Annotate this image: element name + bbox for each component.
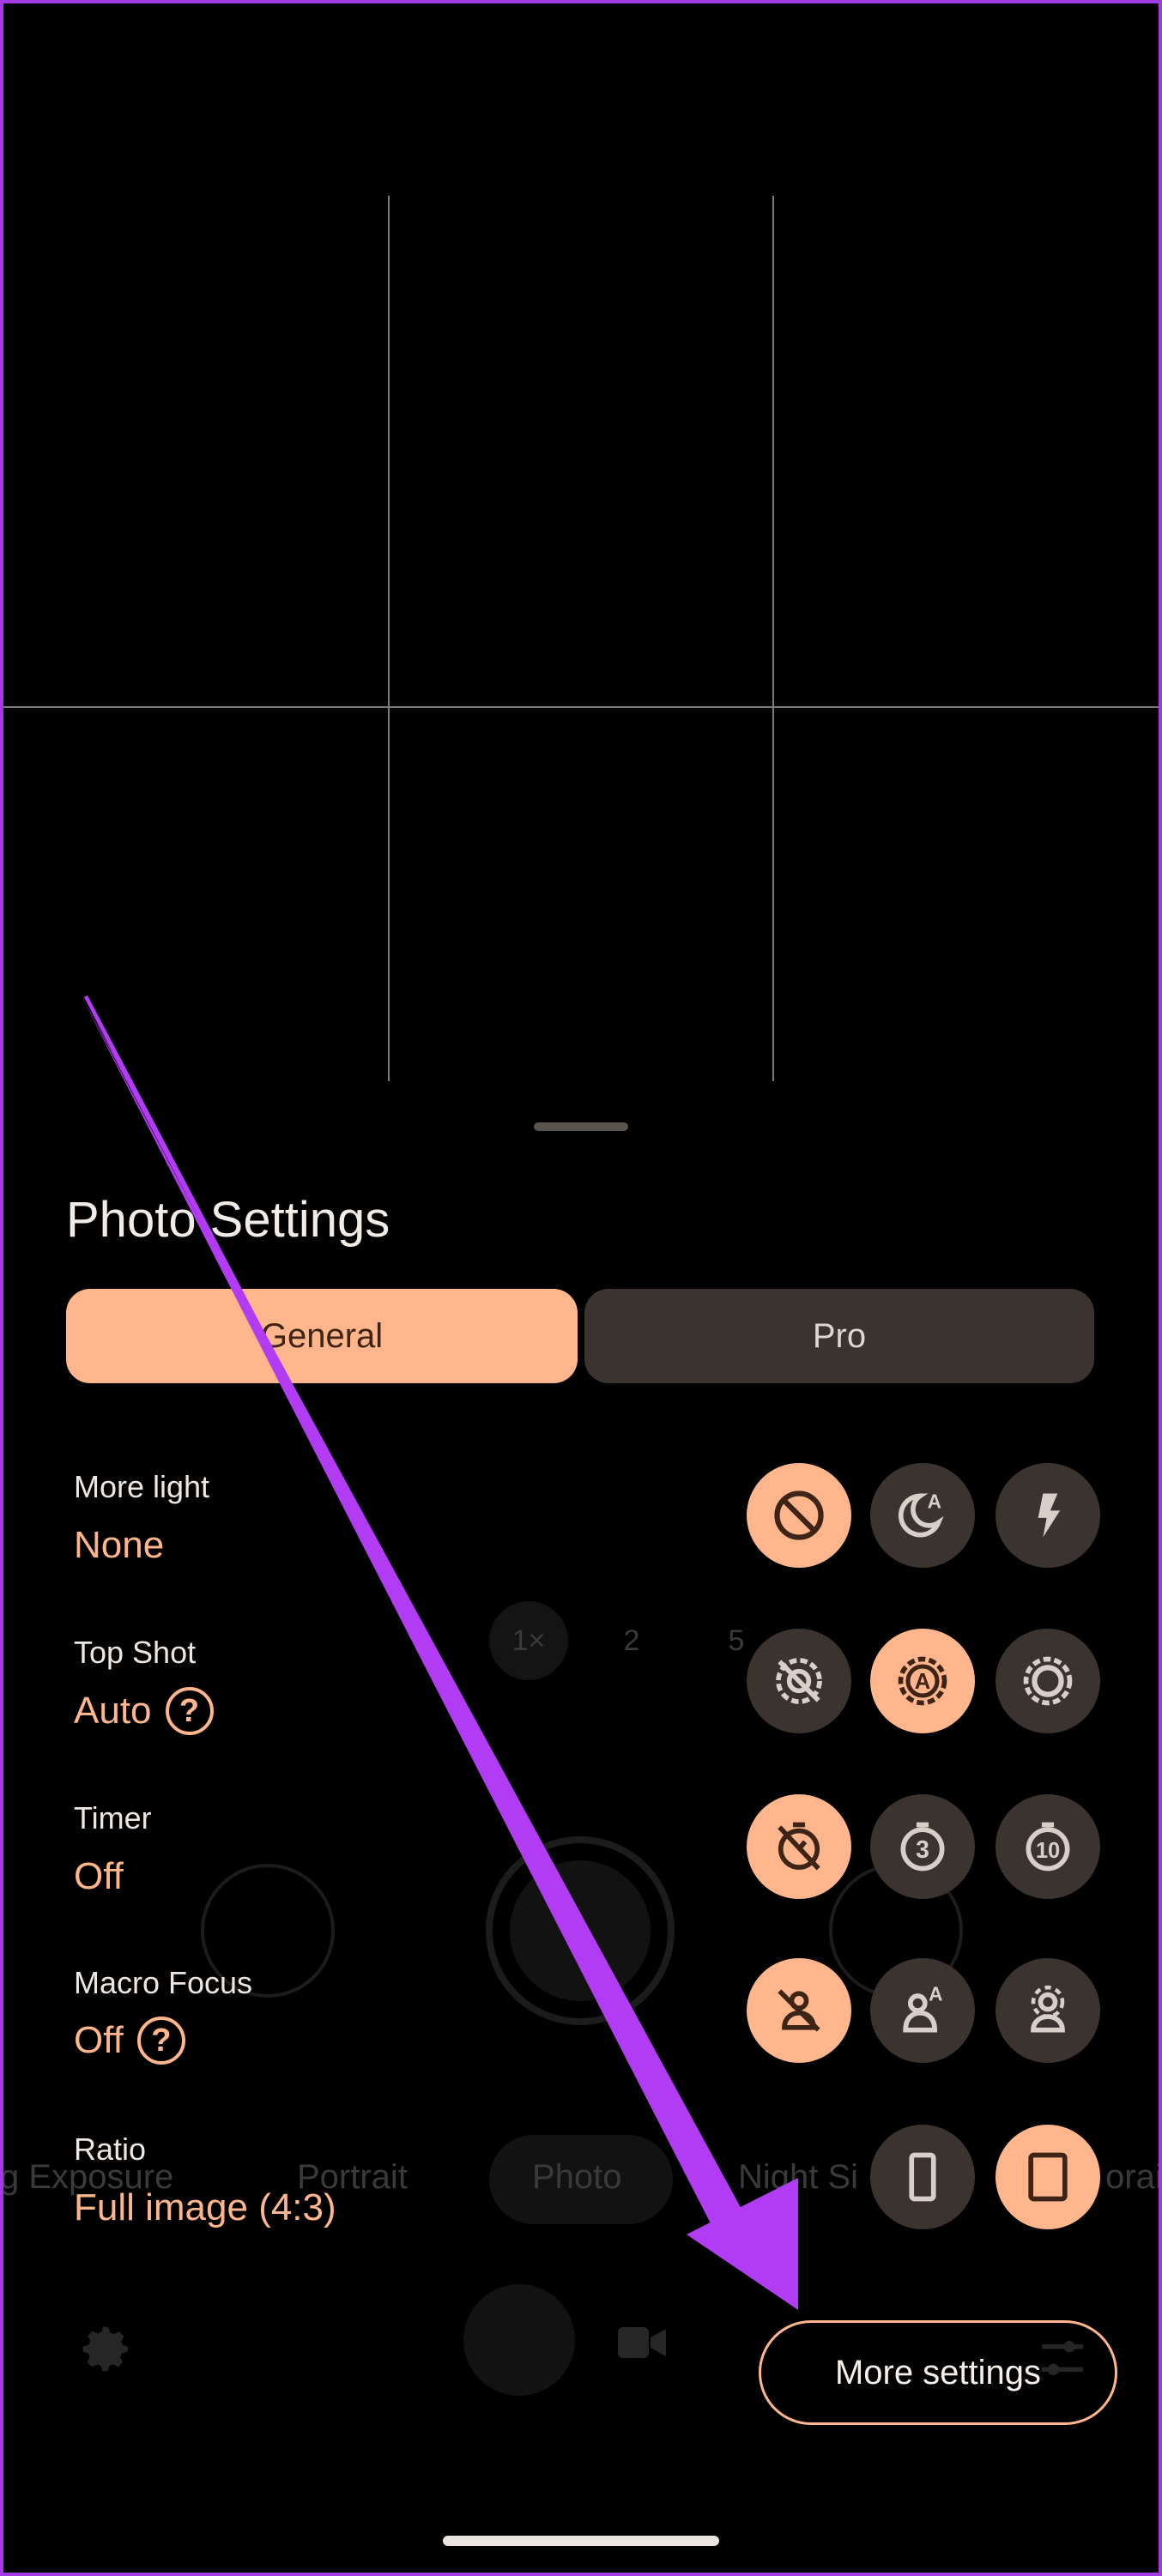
macro-on-option[interactable] bbox=[996, 1958, 1100, 2063]
top-shot-off-icon bbox=[776, 1658, 822, 1704]
timer-10s-option[interactable]: 10 bbox=[996, 1794, 1100, 1899]
ratio-4-3-icon bbox=[1028, 2152, 1068, 2202]
tab-pro[interactable]: Pro bbox=[584, 1289, 1094, 1383]
macro-focus-help-icon[interactable]: ? bbox=[136, 2017, 185, 2065]
top-shot-auto-letter: A bbox=[915, 1670, 930, 1694]
night-sight-auto-letter: A bbox=[928, 1491, 941, 1513]
timer-off-option[interactable] bbox=[747, 1794, 851, 1899]
ratio-4-3-option[interactable] bbox=[996, 2125, 1100, 2229]
timer-value: Off bbox=[74, 1855, 124, 1898]
timer-3-icon: 3 bbox=[900, 1822, 945, 1872]
more-light-flash-option[interactable] bbox=[996, 1463, 1100, 1568]
timer-off-icon bbox=[778, 1822, 820, 1871]
timer-3s-option[interactable]: 3 bbox=[870, 1794, 975, 1899]
more-light-value: None bbox=[74, 1524, 164, 1567]
more-light-none-option[interactable] bbox=[747, 1463, 851, 1568]
top-shot-on-icon bbox=[1023, 1656, 1073, 1706]
sheet-title: Photo Settings bbox=[66, 1192, 390, 1248]
ratio-tall-option[interactable] bbox=[870, 2125, 975, 2229]
top-shot-auto-option[interactable]: A bbox=[870, 1629, 975, 1733]
timer-10-icon: 10 bbox=[1026, 1822, 1070, 1872]
macro-off-option[interactable] bbox=[747, 1958, 851, 2063]
macro-on-icon bbox=[1031, 1985, 1065, 2033]
sliders-icon bbox=[1042, 2341, 1083, 2375]
ratio-tall-icon bbox=[909, 2152, 936, 2202]
top-shot-label: Top Shot bbox=[74, 1635, 197, 1670]
settings-tabs: General Pro bbox=[66, 1289, 1094, 1383]
macro-focus-label: Macro Focus bbox=[74, 1965, 253, 2000]
timer-label: Timer bbox=[74, 1800, 152, 1835]
top-shot-off-option[interactable] bbox=[747, 1629, 851, 1733]
timer-value-text: Off bbox=[74, 1855, 124, 1897]
prohibit-icon bbox=[774, 1491, 824, 1540]
settings-gear-icon bbox=[82, 2326, 129, 2372]
more-light-label: More light bbox=[74, 1469, 210, 1504]
viewfinder-grid-line bbox=[772, 196, 774, 1081]
home-indicator bbox=[443, 2536, 719, 2546]
shutter-inner bbox=[510, 1860, 651, 2001]
macro-auto-icon: A bbox=[903, 1983, 942, 2033]
macro-focus-value-text: Off bbox=[74, 2019, 124, 2061]
more-light-night-sight-option[interactable]: A bbox=[870, 1463, 975, 1568]
photo-mode-button bbox=[463, 2284, 575, 2396]
flash-icon bbox=[1038, 1493, 1061, 1538]
top-shot-help-icon[interactable]: ? bbox=[165, 1687, 214, 1735]
mode-photo: Photo bbox=[532, 2158, 622, 2196]
macro-off-icon bbox=[778, 1989, 820, 2032]
mode-night-sight: Night Si bbox=[738, 2158, 859, 2196]
zoom-2x-button: 2 bbox=[623, 1624, 640, 1657]
ratio-value-text: Full image (4:3) bbox=[74, 2186, 336, 2228]
zoom-1x-button: 1× bbox=[489, 1601, 568, 1680]
viewfinder-grid-line bbox=[3, 706, 1159, 708]
more-light-value-text: None bbox=[74, 1524, 165, 1566]
tab-general[interactable]: General bbox=[66, 1289, 578, 1383]
ratio-label: Ratio bbox=[74, 2132, 147, 2167]
sheet-drag-handle[interactable] bbox=[534, 1122, 628, 1131]
timer-10-digit: 10 bbox=[1036, 1839, 1060, 1863]
night-sight-auto-icon: A bbox=[898, 1491, 944, 1538]
macro-auto-letter: A bbox=[929, 1983, 942, 2005]
mode-panorama: orai bbox=[1105, 2158, 1162, 2196]
viewfinder-grid-line bbox=[388, 196, 390, 1081]
top-shot-auto-icon: A bbox=[898, 1656, 947, 1706]
macro-focus-value: Off ? bbox=[74, 2017, 185, 2065]
macro-auto-option[interactable]: A bbox=[870, 1958, 975, 2063]
video-mode-icon bbox=[618, 2327, 666, 2358]
top-shot-on-option[interactable] bbox=[996, 1629, 1100, 1733]
timer-3-digit: 3 bbox=[916, 1836, 929, 1864]
top-shot-value-text: Auto bbox=[74, 1690, 152, 1732]
ratio-value: Full image (4:3) bbox=[74, 2186, 336, 2229]
top-shot-value: Auto ? bbox=[74, 1687, 214, 1735]
